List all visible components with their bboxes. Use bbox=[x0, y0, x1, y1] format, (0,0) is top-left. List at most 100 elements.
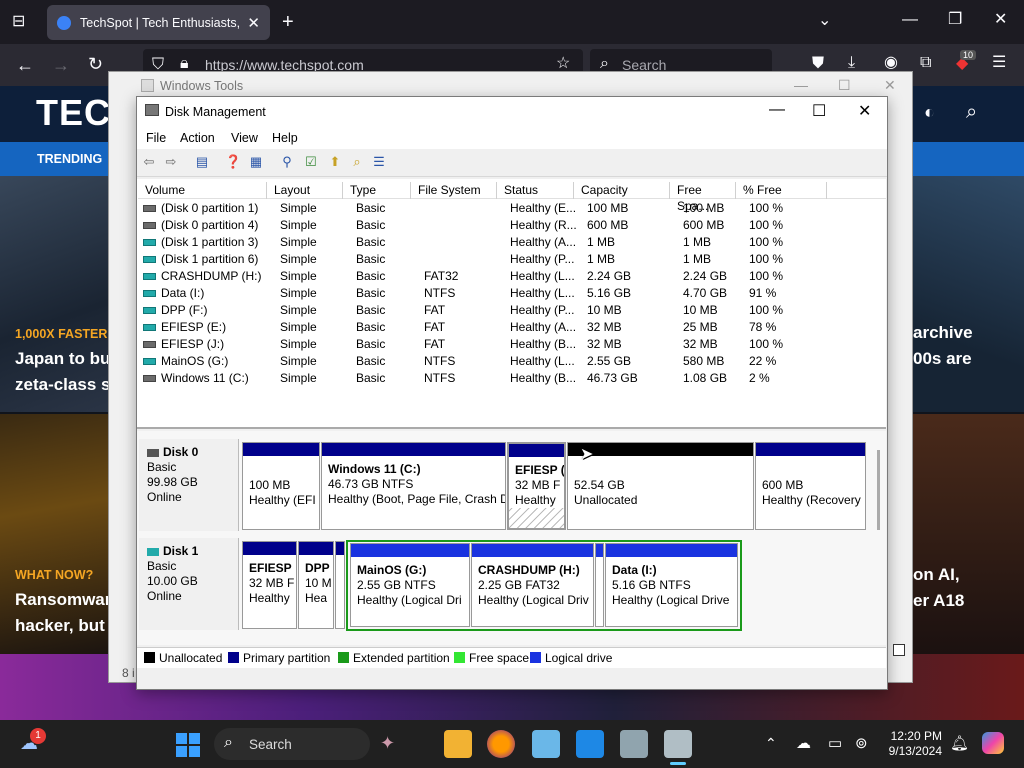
control-panel-icon[interactable] bbox=[532, 730, 560, 758]
disk1-label[interactable]: Disk 1 Basic 10.00 GB Online bbox=[139, 538, 239, 630]
disk0-label[interactable]: Disk 0 Basic 99.98 GB Online bbox=[139, 439, 239, 531]
reload-icon[interactable]: ↻ bbox=[88, 55, 103, 73]
col-type[interactable]: Type bbox=[343, 182, 411, 199]
menu-help[interactable]: Help bbox=[272, 131, 298, 145]
store-icon[interactable] bbox=[576, 730, 604, 758]
firefox-icon[interactable] bbox=[487, 730, 515, 758]
taskbar-search[interactable]: Search bbox=[214, 728, 370, 760]
disk1-partition-data[interactable]: Data (I:) 5.16 GB NTFS Healthy (Logical Dr… bbox=[605, 543, 738, 627]
chevron-down-icon[interactable]: ⌄ bbox=[818, 13, 831, 29]
col-free-space[interactable]: Free Spa... bbox=[670, 182, 736, 213]
volume-row[interactable]: EFIESP (E:) Simple Basic FAT Healthy (A... 32… bbox=[138, 319, 885, 336]
browser-tab[interactable]: TechSpot | Tech Enthusiasts, Po ✕ bbox=[47, 5, 270, 40]
story-image-right[interactable] bbox=[913, 176, 1024, 412]
network-icon[interactable]: ⊚ bbox=[855, 734, 868, 752]
console-icon[interactable]: ▦ bbox=[248, 154, 264, 170]
checklist-icon[interactable]: ☑ bbox=[303, 154, 319, 170]
col-capacity[interactable]: Capacity bbox=[574, 182, 670, 199]
bookmark-star-icon[interactable]: ☆ bbox=[556, 56, 570, 72]
dm-minimize-icon[interactable]: — bbox=[769, 101, 785, 119]
download-icon[interactable]: ⤓ bbox=[848, 55, 855, 71]
col-layout[interactable]: Layout bbox=[267, 182, 343, 199]
disk1-partition-mainos[interactable]: MainOS (G:) 2.55 GB NTFS Healthy (Logical … bbox=[350, 543, 470, 627]
folder-up-icon[interactable]: ⬆ bbox=[327, 154, 343, 170]
disk0-partition-recovery[interactable]: 600 MB Healthy (Recovery bbox=[755, 442, 866, 530]
back-icon[interactable]: ← bbox=[16, 56, 34, 74]
cloud-offline-icon[interactable]: ☁ bbox=[796, 734, 811, 752]
connect-icon[interactable]: ⚲ bbox=[279, 154, 295, 170]
story2-headline-line2[interactable]: hacker, but c bbox=[15, 613, 119, 639]
story1-right-line2[interactable]: 00s are bbox=[913, 346, 972, 372]
wt-minimize-icon[interactable]: — bbox=[794, 77, 808, 93]
lock-icon[interactable]: 🔒︎ bbox=[180, 56, 189, 72]
menu-view[interactable]: View bbox=[231, 131, 258, 145]
disk0-unallocated[interactable]: 52.54 GB Unallocated bbox=[567, 442, 754, 530]
col-volume[interactable]: Volume bbox=[138, 182, 267, 199]
close-tab-icon[interactable]: ✕ bbox=[247, 14, 260, 32]
theme-toggle-icon[interactable]: ◐ bbox=[924, 103, 935, 121]
disk0-partition-windows[interactable]: Windows 11 (C:) 46.73 GB NTFS Healthy (Boo… bbox=[321, 442, 506, 530]
forward-arrow-icon[interactable]: ⇨ bbox=[163, 154, 179, 170]
story2-right-line1[interactable]: on AI, bbox=[913, 562, 960, 588]
folder-search-icon[interactable]: ⌕ bbox=[349, 154, 365, 170]
volume-row[interactable]: Data (I:) Simple Basic NTFS Healthy (L... 5.1… bbox=[138, 285, 885, 302]
story1-headline-line2[interactable]: zeta-class s bbox=[15, 372, 110, 398]
taskbar-clock[interactable]: 12:20 PM 9/13/2024 bbox=[880, 729, 942, 759]
forward-icon[interactable]: → bbox=[52, 56, 70, 74]
col-percent-free[interactable]: % Free bbox=[736, 182, 827, 199]
graph-scrollbar[interactable] bbox=[877, 450, 880, 530]
volume-row[interactable]: EFIESP (J:) Simple Basic FAT Healthy (B... 32… bbox=[138, 336, 885, 353]
disk0-partition-efiesp[interactable]: EFIESP (32 MB F Healthy bbox=[507, 442, 566, 530]
disk1-partition-crashdump[interactable]: CRASHDUMP (H:) 2.25 GB FAT32 Healthy (Logi… bbox=[471, 543, 594, 627]
volume-row[interactable]: (Disk 1 partition 6) Simple Basic Healthy (… bbox=[138, 251, 885, 268]
copilot-icon[interactable] bbox=[982, 732, 1004, 754]
dm-close-icon[interactable]: ✕ bbox=[858, 101, 871, 121]
volume-row[interactable]: (Disk 1 partition 3) Simple Basic Healthy (… bbox=[138, 234, 885, 251]
menu-action[interactable]: Action bbox=[180, 131, 215, 145]
volume-row[interactable]: (Disk 0 partition 4) Simple Basic Healthy (… bbox=[138, 217, 885, 234]
windows-tools-taskbar-icon[interactable] bbox=[620, 730, 648, 758]
close-window-icon[interactable]: ✕ bbox=[994, 12, 1007, 28]
pocket-icon[interactable]: ⛊ bbox=[812, 56, 824, 72]
account-icon[interactable]: ◉ bbox=[884, 55, 898, 71]
volume-row[interactable]: MainOS (G:) Simple Basic NTFS Healthy (L... 2… bbox=[138, 353, 885, 370]
col-filesystem[interactable]: File System bbox=[411, 182, 497, 199]
resize-grip-icon[interactable] bbox=[893, 644, 905, 656]
volume-row[interactable]: (Disk 0 partition 1) Simple Basic Healthy (… bbox=[138, 200, 885, 217]
extensions-icon[interactable]: ⧉ bbox=[920, 55, 931, 71]
chevron-up-icon[interactable]: ⌃ bbox=[765, 735, 777, 752]
site-search-icon[interactable]: ⌕ bbox=[966, 102, 977, 122]
back-arrow-icon[interactable]: ⇦ bbox=[141, 154, 157, 170]
help-book-icon[interactable]: ❓ bbox=[225, 154, 241, 170]
story1-headline-line1[interactable]: Japan to bu bbox=[15, 346, 110, 372]
dm-maximize-icon[interactable]: ☐ bbox=[812, 101, 826, 121]
wt-close-icon[interactable]: ✕ bbox=[884, 77, 896, 94]
volume-row[interactable]: CRASHDUMP (H:) Simple Basic FAT32 Healthy (L… bbox=[138, 268, 885, 285]
tab-list-icon[interactable]: ⊟ bbox=[12, 14, 25, 30]
story2-image-right[interactable] bbox=[913, 414, 1024, 654]
restore-icon[interactable]: ❐ bbox=[948, 12, 962, 28]
menu-file[interactable]: File bbox=[146, 131, 166, 145]
volume-row[interactable]: Windows 11 (C:) Simple Basic NTFS Healthy (B… bbox=[138, 370, 885, 387]
new-tab-icon[interactable]: + bbox=[282, 12, 294, 32]
disk1-partition-small[interactable] bbox=[335, 541, 345, 629]
menu-icon[interactable]: ☰ bbox=[992, 55, 1006, 71]
col-status[interactable]: Status bbox=[497, 182, 574, 199]
volume-row[interactable]: DPP (F:) Simple Basic FAT Healthy (P... 10 MB… bbox=[138, 302, 885, 319]
site-logo[interactable]: TEC bbox=[36, 92, 111, 134]
start-button[interactable] bbox=[176, 733, 200, 757]
story2-headline-line1[interactable]: Ransomwar bbox=[15, 587, 111, 613]
story1-right-line1[interactable]: archive bbox=[913, 320, 973, 346]
notification-bell-icon[interactable]: 🔔︎ bbox=[950, 734, 969, 752]
display-icon[interactable]: ▭ bbox=[828, 734, 842, 752]
list-view-icon[interactable]: ☰ bbox=[371, 154, 387, 170]
file-explorer-icon[interactable] bbox=[444, 730, 472, 758]
properties-grid-icon[interactable]: ▤ bbox=[194, 154, 210, 170]
wt-maximize-icon[interactable]: ☐ bbox=[838, 77, 851, 94]
disk1-partition-efiesp[interactable]: EFIESP 32 MB F Healthy bbox=[242, 541, 297, 629]
trending-label[interactable]: TRENDING bbox=[37, 152, 102, 166]
story2-right-line2[interactable]: er A18 bbox=[913, 588, 964, 614]
minimize-icon[interactable]: — bbox=[902, 12, 918, 28]
disk1-logical-small[interactable] bbox=[595, 543, 604, 627]
disk-management-taskbar-icon[interactable] bbox=[664, 730, 692, 758]
